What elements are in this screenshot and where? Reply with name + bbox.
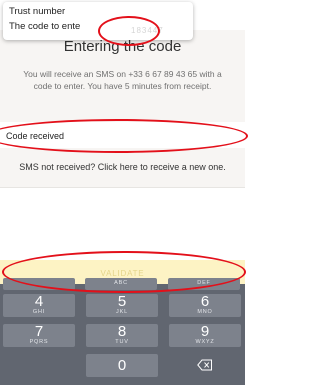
key-letters: GHI [32,309,46,315]
key-number: 6 [200,293,210,310]
keypad-key-def[interactable]: DEF [168,278,240,290]
key-number: 8 [117,323,127,340]
notification-code: 183447 [131,26,164,35]
spacer [0,188,245,260]
key-number: 0 [117,357,127,374]
keypad-key-8[interactable]: 8 TUV [86,324,158,347]
keypad-key-5[interactable]: 5 JKL [86,294,158,317]
key-letters: ABC [114,280,128,286]
code-entry-screen: Trust number The code to ente 183447 Ent… [0,0,248,385]
keypad-key-0[interactable]: 0 [86,354,158,377]
key-letters: TUV [115,339,129,345]
notification-message: The code to ente [9,21,81,32]
instructions-text: You will receive an SMS on +33 6 67 89 4… [23,69,222,91]
keypad-key-abc[interactable]: ABC [85,278,157,290]
key-letters: WXYZ [195,339,215,345]
keypad-key-6[interactable]: 6 MNO [169,294,241,317]
resend-link[interactable]: SMS not received? Click here to receive … [0,162,245,172]
keypad-key-9[interactable]: 9 WXYZ [169,324,241,347]
backspace-icon [197,359,212,371]
key-letters: PQRS [29,339,49,345]
backspace-key[interactable] [169,354,241,377]
key-number: 7 [34,323,44,340]
key-letters: DEF [197,280,211,286]
key-number: 4 [34,293,44,310]
key-number: 9 [200,323,210,340]
code-input-row [0,122,245,148]
numeric-keypad: ABC DEF 4 GHI 5 JKL 6 MNO 7 PQRS 8 TUV 9 [0,278,245,385]
page-title: Entering the code [63,38,182,55]
key-letters: JKL [116,309,128,315]
code-input[interactable] [6,129,206,143]
key-number: 5 [117,293,127,310]
key-letters: MNO [197,309,213,315]
notification-title: Trust number [9,6,66,17]
keypad-key-4[interactable]: 4 GHI [3,294,75,317]
sms-notification[interactable]: Trust number The code to ente 183447 [3,2,193,40]
keypad-key-7[interactable]: 7 PQRS [3,324,75,347]
keypad-key-one[interactable] [3,278,75,290]
